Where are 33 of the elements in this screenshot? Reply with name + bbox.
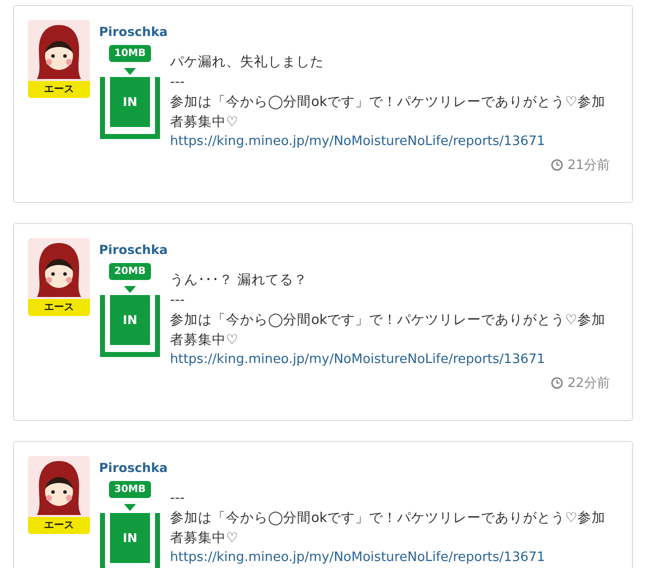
separator-text: ---: [170, 291, 186, 310]
time-text: 22分前: [567, 375, 610, 392]
body-text: 参加は「今から◯分間okです」で！パケツリレーでありがとう♡参加者募集中♡: [170, 311, 606, 350]
down-triangle-icon: [124, 286, 136, 293]
body-text: 参加は「今から◯分間okです」で！パケツリレーでありがとう♡参加者募集中♡: [170, 509, 606, 548]
separator-text: ---: [170, 73, 186, 92]
clock-icon: [551, 159, 564, 171]
separator-text: ---: [170, 489, 186, 508]
report-link[interactable]: https://king.mineo.jp/my/NoMoistureNoLife/reports/13671: [170, 548, 610, 568]
rank-label: エース: [28, 299, 90, 316]
amount-badge: 30MB: [109, 481, 151, 498]
rank-label: エース: [28, 517, 90, 534]
user-name[interactable]: Piroschka: [99, 242, 610, 257]
in-label: IN: [110, 513, 150, 563]
report-link[interactable]: https://king.mineo.jp/my/NoMoistureNoLife/reports/13671: [170, 132, 610, 152]
message-text: うん･･･？ 漏れてる？: [170, 271, 308, 290]
hooded-girl-avatar-icon: [34, 241, 84, 299]
amount-badge: 20MB: [109, 263, 151, 280]
time-text: 21分前: [567, 157, 610, 174]
report-link[interactable]: https://king.mineo.jp/my/NoMoistureNoLife/reports/13671: [170, 350, 610, 370]
rank-label: エース: [28, 81, 90, 98]
hooded-girl-avatar-icon: [34, 459, 84, 517]
user-name[interactable]: Piroschka: [99, 460, 610, 475]
message-text: パケ漏れ、失礼しました: [170, 53, 325, 72]
down-triangle-icon: [124, 504, 136, 511]
body-text: 参加は「今から◯分間okです」で！パケツリレーでありがとう♡参加者募集中♡: [170, 93, 606, 132]
in-label: IN: [110, 295, 150, 345]
down-triangle-icon: [124, 68, 136, 75]
clock-icon: [551, 377, 564, 389]
hooded-girl-avatar-icon: [34, 23, 84, 81]
user-name[interactable]: Piroschka: [99, 24, 610, 39]
in-label: IN: [110, 77, 150, 127]
amount-badge: 10MB: [109, 45, 151, 62]
